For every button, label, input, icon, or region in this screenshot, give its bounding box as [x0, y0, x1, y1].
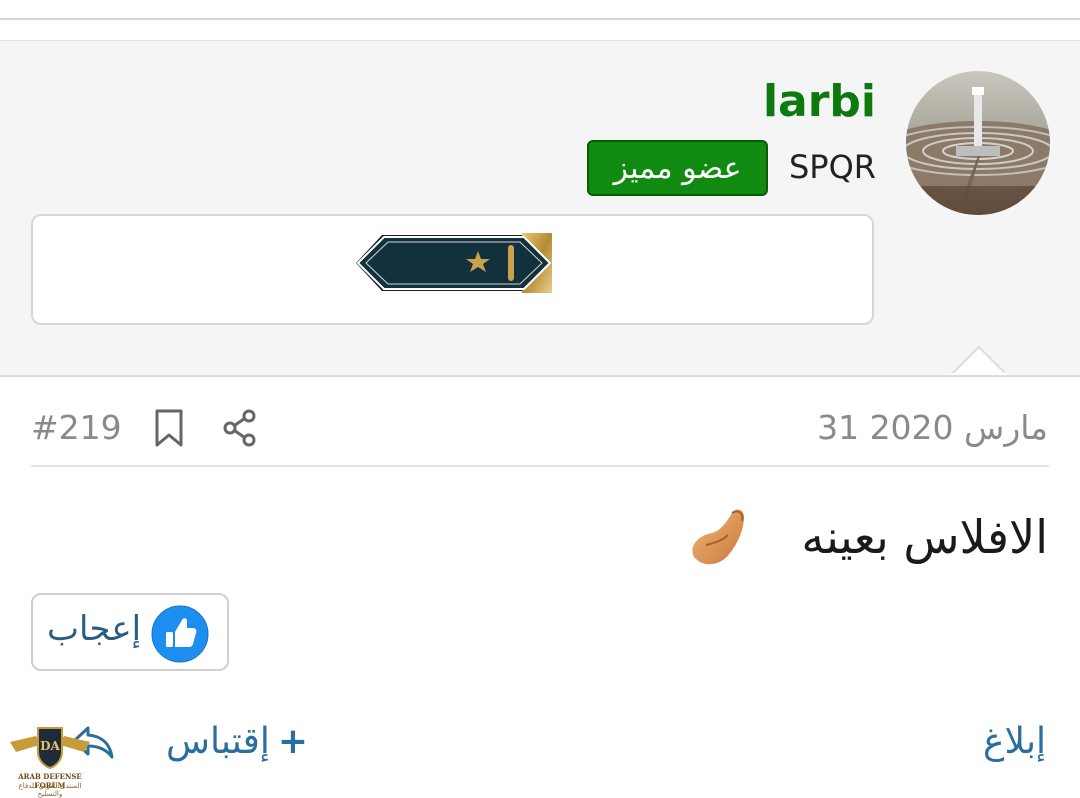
forum-logo-icon: DA	[10, 727, 90, 770]
user-info-block	[0, 40, 1080, 377]
post-body-text: الافلاس بعينه	[801, 510, 1048, 564]
forum-logo-arabic: المنتدى العربي للدفاع والتسليح	[18, 782, 82, 798]
post-number[interactable]: #219	[31, 408, 122, 447]
share-icon[interactable]	[222, 408, 258, 448]
report-link[interactable]: إبلاغ	[983, 721, 1046, 762]
forum-logo-mark: DA	[40, 739, 60, 753]
post-pointer-arrow	[951, 345, 1007, 375]
quote-link[interactable]: إقتباس +	[166, 721, 308, 762]
quote-label: إقتباس	[166, 721, 270, 762]
pinched-fingers-emoji-icon	[692, 509, 744, 565]
user-custom-title: SPQR	[788, 148, 876, 186]
member-badge: عضو مميز	[587, 140, 768, 196]
like-button[interactable]: إعجاب	[31, 593, 229, 671]
like-label: إعجاب	[47, 609, 142, 649]
forum-watermark-logo: DA ARAB DEFENSE FORUM المنتدى العربي للد…	[6, 722, 94, 798]
avatar[interactable]	[906, 71, 1050, 215]
post-date[interactable]: 31 مارس 2020	[817, 408, 1048, 447]
username[interactable]: larbi	[763, 76, 876, 127]
bookmark-icon[interactable]	[153, 408, 185, 448]
quote-plus: +	[277, 721, 309, 762]
rank-insignia-box	[31, 214, 874, 325]
top-divider	[0, 18, 1080, 20]
thumbs-up-icon	[151, 605, 209, 663]
rank-star-insignia-icon	[356, 233, 552, 293]
solar-tower-avatar-icon	[906, 71, 1050, 215]
post-header-divider	[31, 465, 1049, 467]
